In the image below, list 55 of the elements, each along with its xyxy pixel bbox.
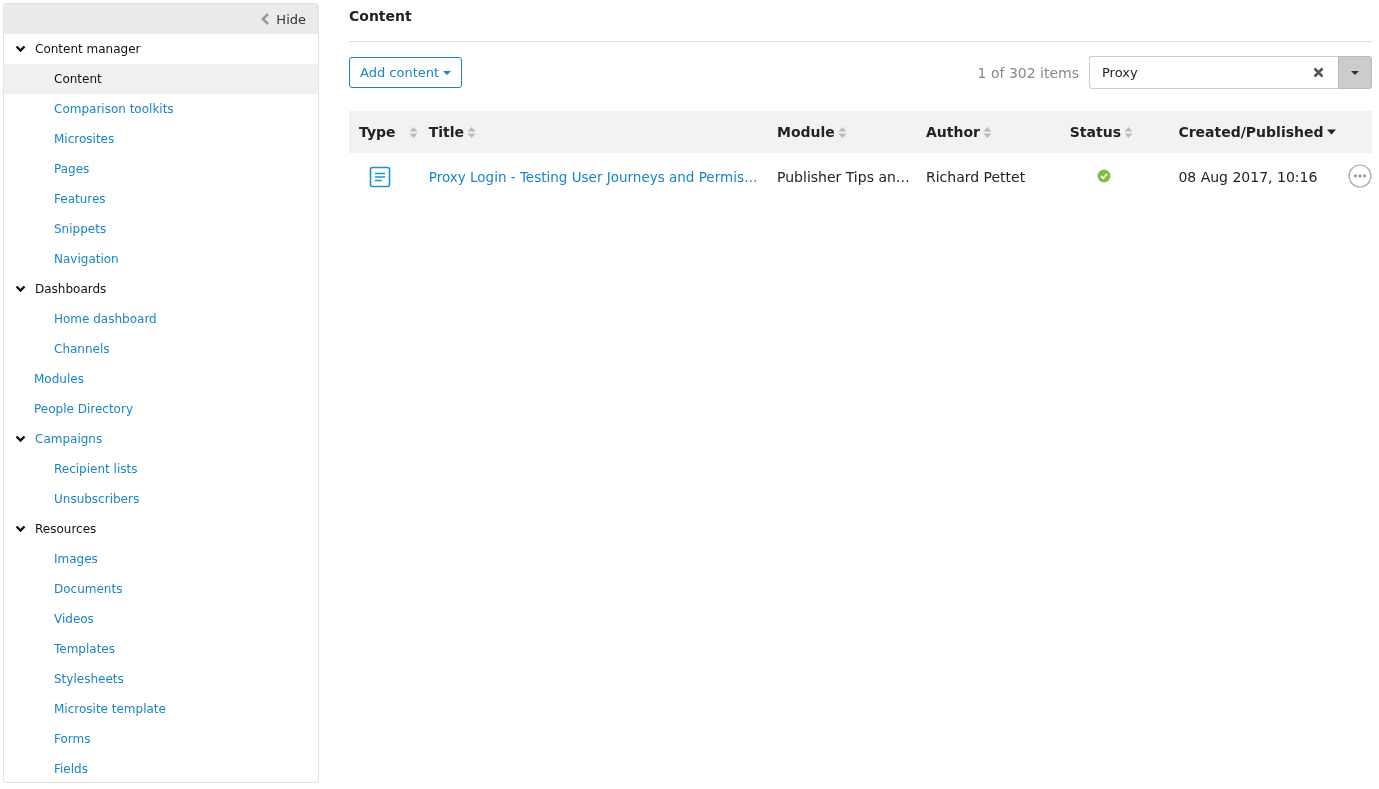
column-header[interactable]: Title [428,124,465,140]
nav-item[interactable]: Modules [34,372,84,386]
item-count: 1 of 302 items [977,64,1079,81]
nav-item[interactable]: Documents [4,574,318,604]
sort-descending-icon[interactable] [1326,129,1336,135]
nav-item[interactable]: Content manager [35,42,141,56]
document-icon [369,166,391,188]
nav-item[interactable]: Forms [4,724,318,754]
nav-item[interactable]: Features [4,184,318,214]
nav-item[interactable]: Microsites [4,124,318,154]
nav-item[interactable]: Videos [4,604,318,634]
nav-item[interactable]: Navigation [4,244,318,274]
sort-icon[interactable] [982,125,992,139]
table-cell: Publisher Tips an… [777,169,910,185]
nav-item[interactable]: People Directory [34,402,133,416]
nav-item[interactable]: Pages [4,154,318,184]
nav-item[interactable]: Microsite template [4,694,318,724]
chevron-down-icon[interactable] [15,435,26,443]
column-header[interactable]: Status [1069,124,1121,140]
search-field[interactable]: Proxy [1089,56,1338,89]
sort-icon[interactable] [1123,125,1133,139]
chevron-down-icon[interactable] [15,525,26,533]
nav-item[interactable]: Images [4,544,318,574]
nav-item[interactable]: Unsubscribers [4,484,318,514]
nav-item[interactable]: Stylesheets [4,664,318,694]
column-header[interactable]: Created/Published [1178,124,1324,140]
nav-item[interactable]: Resources [35,522,97,536]
chevron-left-icon [261,13,271,25]
nav-item[interactable]: Campaigns [35,432,103,446]
nav-item[interactable]: Dashboards [35,282,107,296]
table-cell: 08 Aug 2017, 10:16 [1178,169,1318,185]
chevron-down-icon[interactable] [15,285,26,293]
page-title: Content [349,7,412,24]
nav-item[interactable]: Snippets [4,214,318,244]
hide-button[interactable]: Hide [255,10,312,28]
sort-icon[interactable] [467,125,477,139]
add-content-button[interactable]: Add content [349,57,463,88]
sort-icon[interactable] [408,125,418,139]
nav-item[interactable]: Recipient lists [4,454,318,484]
column-header[interactable]: Type [359,124,396,140]
chevron-down-icon[interactable] [15,45,26,53]
column-header[interactable]: Author [925,124,980,140]
table-cell: Richard Pettet [925,169,1026,185]
nav-item[interactable]: Home dashboard [4,304,318,334]
nav-item[interactable]: Templates [4,634,318,664]
more-options-icon[interactable] [1348,163,1372,188]
dropdown-button[interactable] [1338,56,1372,89]
nav-item[interactable]: Content [4,64,318,94]
nav-item[interactable]: Comparison toolkits [4,94,318,124]
nav-item[interactable]: Fields [4,754,318,784]
content-title-link[interactable]: Proxy Login - Testing User Journeys and Permis… [428,169,758,185]
nav-item[interactable]: Channels [4,334,318,364]
sort-icon[interactable] [837,125,847,139]
clear-icon[interactable] [1313,67,1324,78]
column-header[interactable]: Module [777,124,835,140]
